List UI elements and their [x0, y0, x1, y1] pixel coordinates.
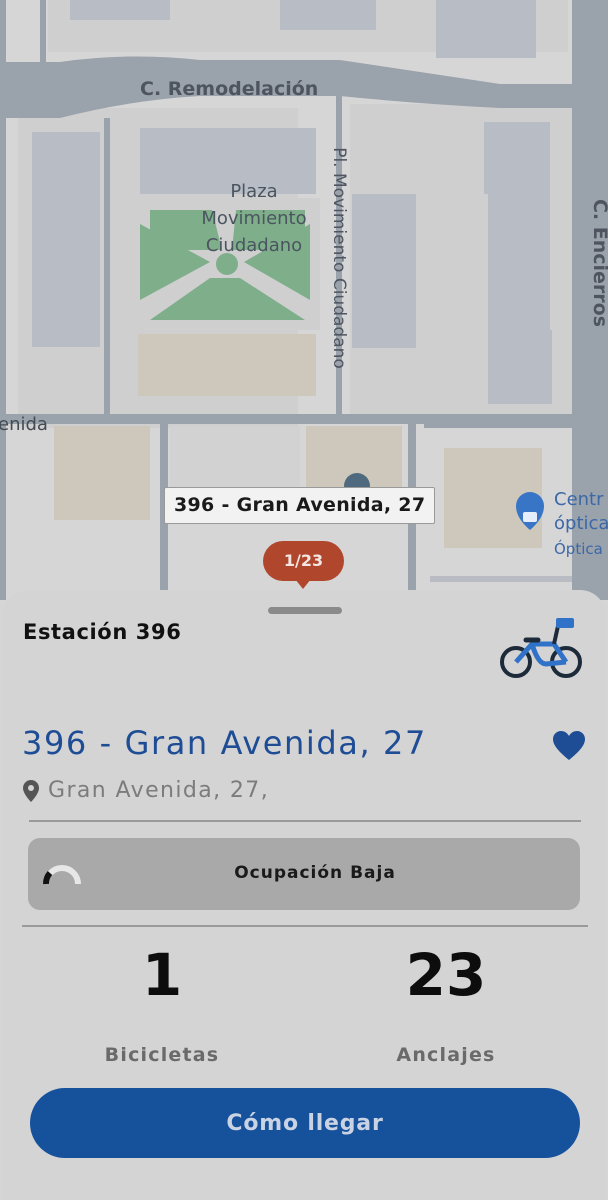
docks-available: 23 Anclajes	[346, 942, 546, 1066]
bikes-count: 1	[141, 941, 183, 1009]
station-tooltip: 396 - Gran Avenida, 27	[164, 487, 436, 524]
bikes-available: 1 Bicicletas	[62, 942, 262, 1066]
street-label-encierros: C. Encierros	[589, 198, 608, 328]
bike-icon	[498, 616, 584, 684]
station-marker[interactable]: 1/23	[263, 541, 344, 589]
docks-label: Anclajes	[396, 1044, 496, 1066]
occupancy-label: Ocupación Baja	[234, 863, 396, 883]
drag-handle[interactable]	[268, 607, 342, 614]
directions-button[interactable]: Cómo llegar	[30, 1088, 580, 1158]
station-name: 396 - Gran Avenida, 27	[22, 724, 427, 762]
poi-label[interactable]: Centr óptica	[554, 488, 608, 536]
location-pin-icon	[23, 779, 39, 802]
plaza-label-line: Plaza	[230, 181, 278, 202]
heart-icon[interactable]	[552, 730, 586, 766]
address-row: Gran Avenida, 27,	[22, 778, 269, 803]
station-address: Gran Avenida, 27,	[48, 778, 270, 803]
street-label-remodelacion: C. Remodelación	[140, 78, 319, 100]
station-bottom-sheet[interactable]: Estación 396 396 - Gran Avenida, 27 Gran…	[2, 590, 606, 1200]
poi-subtitle: Óptica	[554, 540, 603, 558]
street-label-avenida: enida	[0, 414, 48, 435]
street-label-plaza-movimiento: Pl. Movimiento Ciudadano	[329, 147, 349, 369]
docks-count: 23	[405, 941, 487, 1009]
poi-title-line: óptica	[554, 513, 608, 534]
plaza-label-line: Ciudadano	[205, 235, 303, 256]
divider	[29, 820, 581, 822]
station-number: Estación 396	[23, 620, 182, 644]
poi-title-line: Centr	[554, 489, 604, 510]
occupancy-indicator: Ocupación Baja	[28, 838, 580, 910]
plaza-label: Plaza Movimiento Ciudadano	[184, 178, 324, 259]
plaza-label-line: Movimiento	[201, 208, 307, 229]
bikes-label: Bicicletas	[104, 1044, 220, 1066]
divider	[22, 925, 588, 927]
